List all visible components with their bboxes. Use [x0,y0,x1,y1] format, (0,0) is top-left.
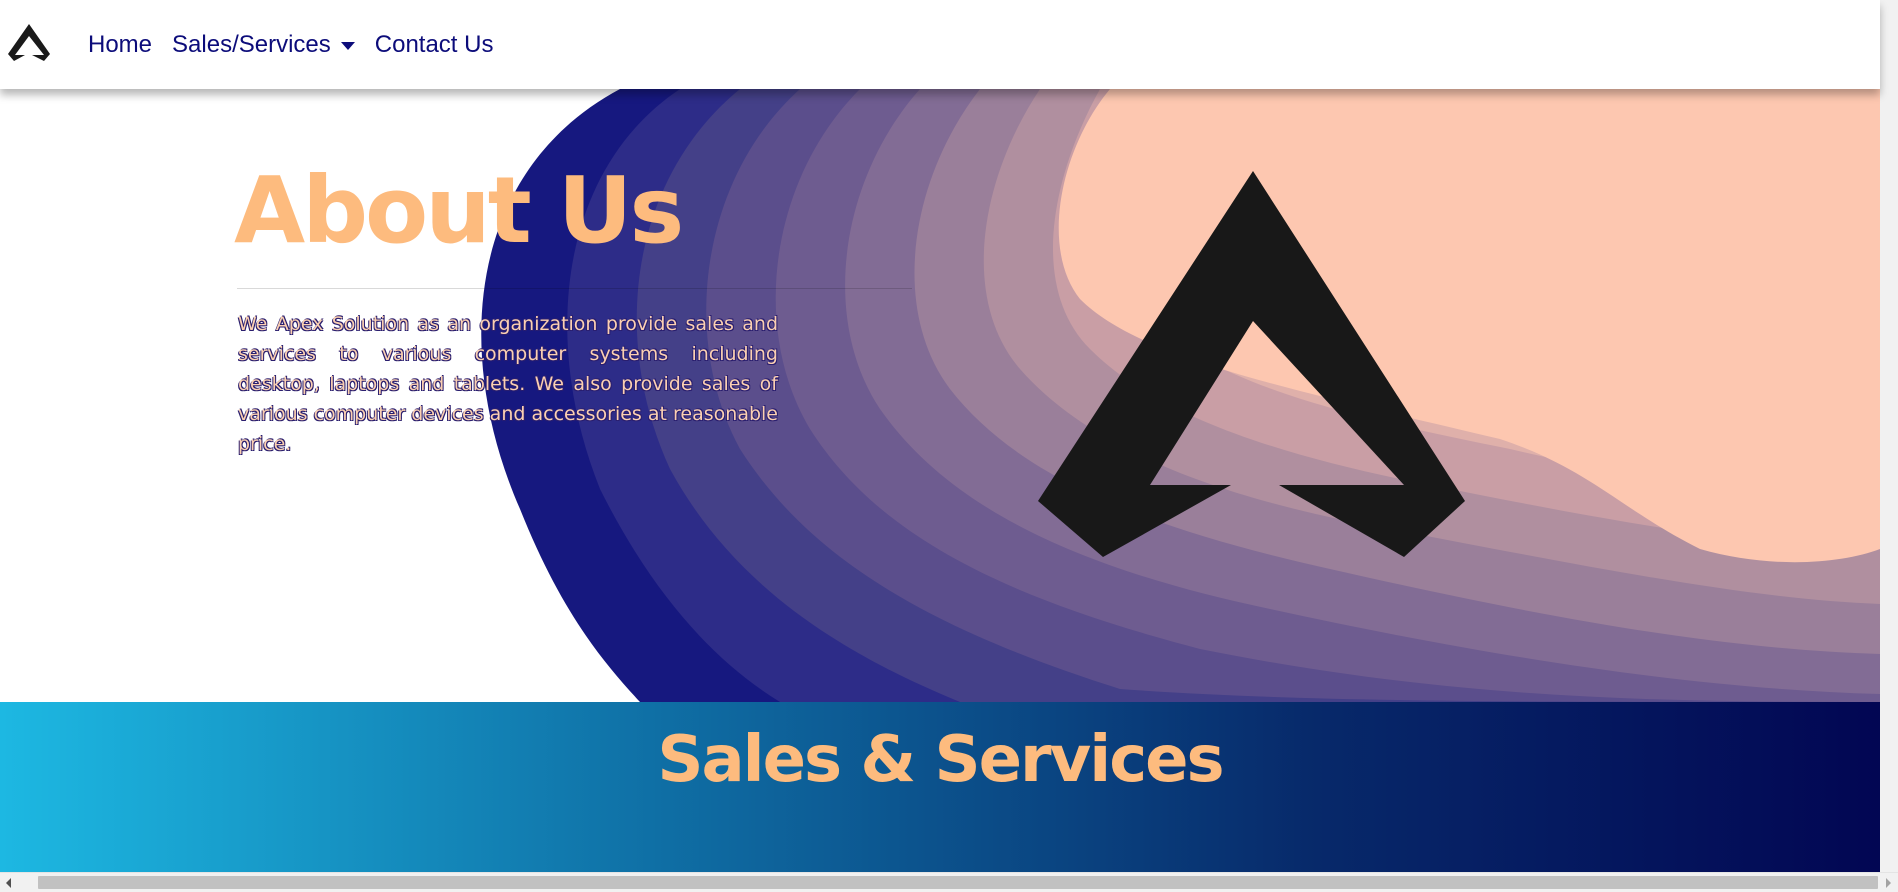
nav-dropdown-sales-services[interactable]: Sales/Services [172,31,355,59]
caret-down-icon [340,41,355,50]
scroll-right-arrow-icon[interactable] [1886,878,1891,888]
nav-link-contact-us[interactable]: Contact Us [375,31,494,59]
nav-links: Home Sales/Services Contact Us [88,0,513,89]
apex-logo-icon [1038,171,1465,557]
sales-services-section: Sales & Services [0,702,1880,872]
navbar: Home Sales/Services Contact Us [0,0,1880,89]
scrollbar-thumb[interactable] [38,876,1878,889]
about-title: About Us [234,157,684,264]
nav-link-contact-us-label: Contact Us [374,30,494,58]
vertical-scrollbar[interactable] [1880,0,1898,872]
sales-services-title: Sales & Services [657,723,1224,797]
about-section: About Us We Apex Solution as an organiza… [0,89,1880,702]
apex-logo-icon[interactable] [8,24,50,64]
about-description: We Apex Solution as an organization prov… [238,313,778,455]
page: Home Sales/Services Contact Us About Us … [0,0,1898,892]
nav-dropdown-sales-services-label: Sales/Services [172,30,331,58]
scroll-left-arrow-icon[interactable] [6,878,11,888]
nav-link-home-label: Home [88,30,153,58]
about-divider [237,288,912,289]
nav-link-home[interactable]: Home [88,31,152,59]
horizontal-scrollbar[interactable] [0,872,1898,892]
